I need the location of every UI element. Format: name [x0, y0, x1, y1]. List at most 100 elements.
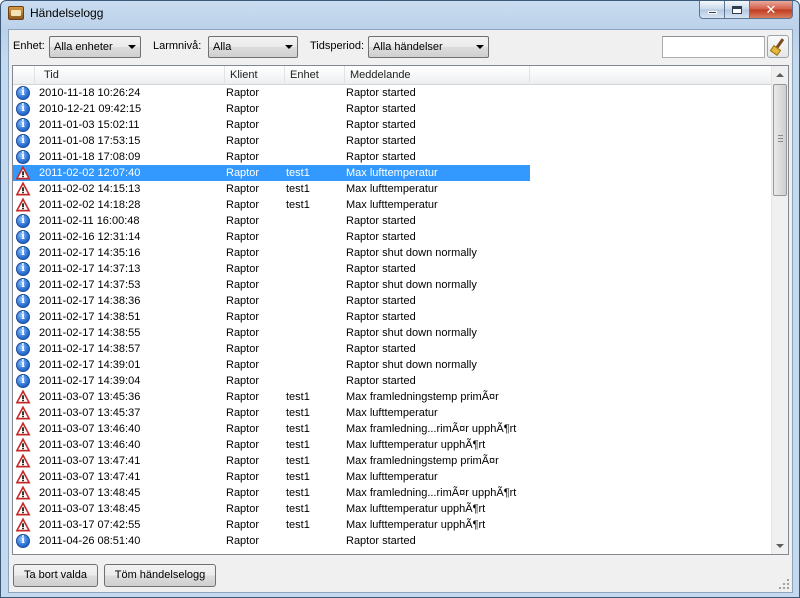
cell-tid: 2011-03-17 07:42:55 [39, 519, 141, 531]
table-row[interactable]: 2011-03-07 13:46:40 Raptor test1 Max framle… [13, 421, 773, 437]
info-icon: i [16, 214, 30, 228]
table-row[interactable]: i 2011-01-08 17:53:15 Raptor Raptor started [13, 133, 773, 149]
resize-grip-icon[interactable] [778, 578, 790, 590]
enhet-dropdown[interactable]: Alla enheter [49, 36, 141, 58]
cell-enhet [286, 293, 344, 309]
row-icon-cell [16, 517, 34, 533]
cell-klient: Raptor [226, 343, 260, 355]
table-row[interactable]: i 2011-01-18 17:08:09 Raptor Raptor started [13, 149, 773, 165]
table-row[interactable]: 2011-03-17 07:42:55 Raptor test1 Max luftte… [13, 517, 773, 533]
table-row[interactable]: 2011-03-07 13:45:36 Raptor test1 Max framle… [13, 389, 773, 405]
row-cells: 2011-02-02 14:18:28 Raptor test1 Max luftte… [13, 197, 530, 213]
warning-icon [16, 421, 31, 436]
cell-enhet: test1 [286, 503, 310, 515]
cell-klient: Raptor [226, 311, 260, 323]
column-header-enhet[interactable]: Enhet [285, 66, 345, 85]
table-row[interactable]: i 2011-02-17 14:37:13 Raptor Raptor started [13, 261, 773, 277]
info-icon: i [16, 230, 30, 244]
warning-icon [16, 165, 31, 180]
scroll-thumb[interactable] [773, 84, 787, 196]
table-row[interactable]: 2011-03-07 13:47:41 Raptor test1 Max luftte… [13, 469, 773, 485]
warning-icon [16, 437, 31, 452]
table-row[interactable]: 2011-02-02 12:07:40 Raptor test1 Max luftte… [13, 165, 773, 181]
table-row[interactable]: 2011-03-07 13:46:40 Raptor test1 Max luftte… [13, 437, 773, 453]
table-row[interactable]: i 2011-02-17 14:38:36 Raptor Raptor started [13, 293, 773, 309]
minimize-icon [707, 10, 717, 14]
cell-klient: Raptor [226, 103, 260, 115]
remove-selected-button[interactable]: Ta bort valda [13, 564, 98, 587]
cell-meddelande: Raptor started [346, 119, 416, 131]
cell-tid: 2011-02-02 14:15:13 [39, 183, 141, 195]
table-row[interactable]: 2011-03-07 13:47:41 Raptor test1 Max framle… [13, 453, 773, 469]
column-header-tid[interactable]: Tid [35, 66, 225, 85]
table-row[interactable]: 2011-02-02 14:18:28 Raptor test1 Max luftte… [13, 197, 773, 213]
cell-klient: Raptor [226, 215, 260, 227]
cell-tid: 2011-01-03 15:02:11 [39, 119, 140, 131]
cell-klient: Raptor [226, 391, 260, 403]
search-input[interactable] [662, 36, 765, 58]
table-row[interactable]: i 2010-12-21 09:42:15 Raptor Raptor started [13, 101, 773, 117]
vertical-scrollbar[interactable] [771, 66, 788, 554]
row-cells: i 2011-02-17 14:38:57 Raptor Raptor started [13, 341, 530, 357]
cell-enhet [286, 325, 344, 341]
row-icon-cell [16, 453, 34, 469]
info-icon: i [16, 294, 30, 308]
table-row[interactable]: i 2011-01-03 15:02:11 Raptor Raptor started [13, 117, 773, 133]
cell-meddelande: Max lufttemperatur [346, 167, 438, 179]
table-row[interactable]: i 2011-02-17 14:39:01 Raptor Raptor shut do… [13, 357, 773, 373]
cell-klient: Raptor [226, 359, 260, 371]
tidsperiod-dropdown-value: Alla händelser [373, 41, 443, 53]
table-row[interactable]: i 2011-02-17 14:37:53 Raptor Raptor shut do… [13, 277, 773, 293]
column-header-meddelande[interactable]: Meddelande [345, 66, 530, 85]
row-icon-cell: i [16, 309, 34, 325]
row-icon-cell: i [16, 277, 34, 293]
table-row[interactable]: 2011-03-07 13:48:45 Raptor test1 Max luftte… [13, 501, 773, 517]
table-row[interactable]: i 2011-04-26 08:51:40 Raptor Raptor started [13, 533, 773, 549]
info-icon: i [16, 326, 30, 340]
clear-log-button[interactable]: Töm händelselogg [104, 564, 216, 587]
close-icon: ✕ [765, 1, 777, 17]
table-row[interactable]: i 2011-02-11 16:00:48 Raptor Raptor started [13, 213, 773, 229]
scroll-down-button[interactable] [772, 537, 788, 554]
maximize-button[interactable] [725, 1, 750, 19]
row-cells: 2011-03-07 13:47:41 Raptor test1 Max luftte… [13, 469, 530, 485]
larmniva-dropdown-value: Alla [213, 41, 232, 53]
row-cells: i 2011-02-17 14:37:53 Raptor Raptor shut do… [13, 277, 530, 293]
scroll-up-button[interactable] [772, 66, 788, 83]
column-header-icon[interactable] [13, 66, 35, 85]
table-row[interactable]: i 2011-02-17 14:39:04 Raptor Raptor started [13, 373, 773, 389]
title-bar[interactable]: Händelselogg ✕ [1, 1, 799, 25]
minimize-button[interactable] [699, 1, 725, 19]
row-icon-cell: i [16, 325, 34, 341]
table-row[interactable]: 2011-02-02 14:15:13 Raptor test1 Max luftte… [13, 181, 773, 197]
tidsperiod-dropdown[interactable]: Alla händelser [368, 36, 489, 58]
info-icon: i [16, 102, 30, 116]
row-cells: i 2011-04-26 08:51:40 Raptor Raptor started [13, 533, 530, 549]
cell-klient: Raptor [226, 263, 260, 275]
larmniva-dropdown[interactable]: Alla [208, 36, 298, 58]
cell-enhet [286, 229, 344, 245]
cell-meddelande: Max framledning...rimÃ¤r upphÃ¶rt [346, 487, 517, 499]
row-cells: i 2010-11-18 10:26:24 Raptor Raptor started [13, 85, 530, 101]
close-button[interactable]: ✕ [750, 1, 793, 19]
row-cells: i 2011-02-17 14:38:55 Raptor Raptor shut do… [13, 325, 530, 341]
table-row[interactable]: i 2011-02-17 14:38:55 Raptor Raptor shut do… [13, 325, 773, 341]
row-cells: 2011-03-07 13:47:41 Raptor test1 Max framle… [13, 453, 530, 469]
column-header-klient[interactable]: Klient [225, 66, 285, 85]
event-list[interactable]: Tid Klient Enhet Meddelande i 2010-11-18 … [12, 65, 789, 555]
row-icon-cell [16, 437, 34, 453]
table-row[interactable]: 2011-03-07 13:48:45 Raptor test1 Max framle… [13, 485, 773, 501]
clear-filter-button[interactable] [767, 35, 789, 58]
table-row[interactable]: 2011-03-07 13:45:37 Raptor test1 Max luftte… [13, 405, 773, 421]
table-row[interactable]: i 2010-11-18 10:26:24 Raptor Raptor started [13, 85, 773, 101]
cell-klient: Raptor [226, 183, 260, 195]
table-row[interactable]: i 2011-02-16 12:31:14 Raptor Raptor started [13, 229, 773, 245]
table-row[interactable]: i 2011-02-17 14:38:51 Raptor Raptor started [13, 309, 773, 325]
info-icon: i [16, 358, 30, 372]
table-row[interactable]: i 2011-02-17 14:38:57 Raptor Raptor started [13, 341, 773, 357]
table-row[interactable]: i 2011-02-17 14:35:16 Raptor Raptor shut do… [13, 245, 773, 261]
row-cells: i 2011-02-17 14:38:51 Raptor Raptor started [13, 309, 530, 325]
row-cells: 2011-03-17 07:42:55 Raptor test1 Max luftte… [13, 517, 530, 533]
cell-enhet [286, 213, 344, 229]
row-icon-cell [16, 485, 34, 501]
